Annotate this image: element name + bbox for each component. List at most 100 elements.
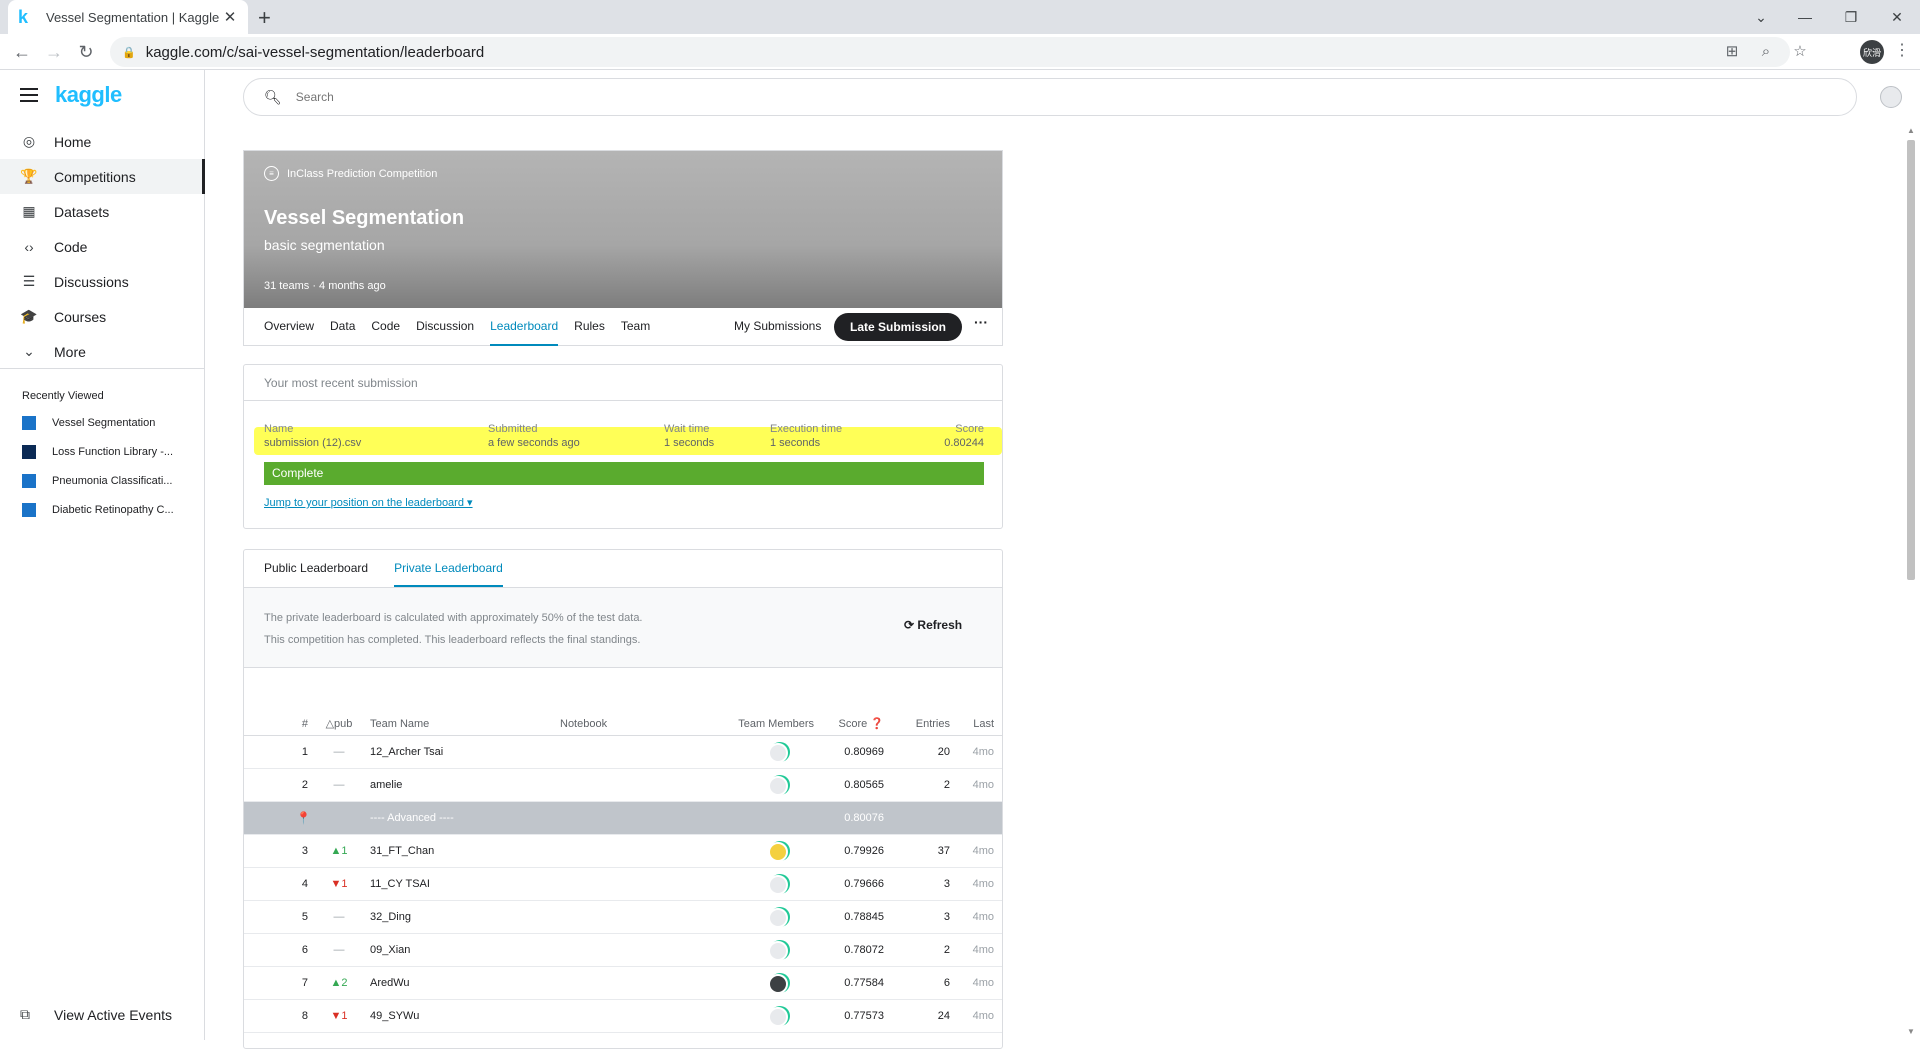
marker-highlight <box>254 427 1002 455</box>
recent-submission-card: Your most recent submission Name Submitt… <box>243 364 1003 529</box>
user-avatar[interactable] <box>1880 86 1902 108</box>
team-name[interactable]: 32_Ding <box>370 901 411 934</box>
new-tab-icon[interactable]: + <box>258 5 271 31</box>
leaderboard-table: # △pub Team Name Notebook Team Members S… <box>244 713 1002 1033</box>
school-icon: 🎓 <box>20 308 38 324</box>
benchmark-row: 📍 ---- Advanced ---- 0.80076 <box>244 802 1002 835</box>
sidebar-item-discussions[interactable]: ☰ Discussions <box>0 264 205 299</box>
member-avatar[interactable] <box>768 743 788 763</box>
member-avatar[interactable] <box>768 776 788 796</box>
team-name[interactable]: 12_Archer Tsai <box>370 736 443 769</box>
kaggle-logo[interactable]: kaggle <box>55 82 122 108</box>
code-icon: ‹› <box>24 238 34 255</box>
browser-tab[interactable]: k Vessel Segmentation | Kaggle ✕ <box>8 0 248 34</box>
tab-overview[interactable]: Overview <box>264 308 314 346</box>
refresh-button[interactable]: ⟳ Refresh <box>904 618 962 632</box>
table-header: # △pub Team Name Notebook Team Members S… <box>244 713 1002 736</box>
minimize-icon[interactable]: — <box>1782 0 1828 34</box>
translate-icon[interactable]: ⊞ <box>1722 40 1742 64</box>
entries: 6 <box>943 977 950 989</box>
tab-rules[interactable]: Rules <box>574 308 605 346</box>
kaggle-favicon-icon: k <box>18 6 29 27</box>
browser-menu-icon[interactable]: ⋮ <box>1894 40 1910 60</box>
sidebar-item-competitions[interactable]: 🏆 Competitions <box>0 159 205 194</box>
table-row[interactable]: 5 — 32_Ding 0.78845 3 4mo <box>244 901 1002 934</box>
team-name[interactable]: amelie <box>370 769 402 802</box>
entries: 2 <box>943 779 950 791</box>
submission-wait: 1 seconds <box>664 437 715 449</box>
refresh-label: Refresh <box>917 618 963 632</box>
rank-delta: — <box>333 779 345 791</box>
table-row[interactable]: 8 ▼1 49_SYWu 0.77573 24 4mo <box>244 1000 1002 1033</box>
sidebar-item-home[interactable]: ◎ Home <box>0 124 205 159</box>
team-name[interactable]: 09_Xian <box>370 934 410 967</box>
competition-thumbnail <box>22 473 36 488</box>
sidebar-item-code[interactable]: ‹› Code <box>0 229 205 264</box>
tab-private-leaderboard[interactable]: Private Leaderboard <box>394 550 503 587</box>
scroll-up-icon[interactable]: ▲ <box>1907 126 1915 135</box>
hamburger-menu-icon[interactable] <box>20 88 38 102</box>
browser-profile-avatar[interactable]: 欣滑 <box>1860 40 1884 64</box>
window-close-icon[interactable]: ✕ <box>1874 0 1920 34</box>
sidebar-item-more[interactable]: ⌄ More <box>0 334 205 369</box>
last-submission: 4mo <box>972 1010 994 1022</box>
sidebar-item-label: Home <box>54 133 92 150</box>
view-active-events-link[interactable]: ⧉ View Active Events <box>20 1006 172 1023</box>
team-name[interactable]: 31_FT_Chan <box>370 835 434 868</box>
sidebar-item-datasets[interactable]: ▦ Datasets <box>0 194 205 229</box>
team-name[interactable]: AredWu <box>370 967 410 1000</box>
rank-delta: ▲2 <box>330 977 348 989</box>
jump-to-position-link[interactable]: Jump to your position on the leaderboard… <box>264 496 473 509</box>
recently-viewed-item[interactable]: Loss Function Library -... <box>0 437 205 466</box>
close-tab-icon[interactable]: ✕ <box>222 8 238 26</box>
table-row[interactable]: 2 — amelie 0.80565 2 4mo <box>244 769 1002 802</box>
member-avatar[interactable] <box>768 974 788 994</box>
team-name[interactable]: 11_CY TSAI <box>370 868 430 901</box>
team-name[interactable]: 49_SYWu <box>370 1000 419 1033</box>
tab-search-icon[interactable]: ⌄ <box>1738 0 1784 34</box>
tab-code[interactable]: Code <box>371 308 400 346</box>
competition-type-label: InClass Prediction Competition <box>287 167 438 180</box>
forward-icon[interactable]: → <box>42 40 66 64</box>
my-submissions-link[interactable]: My Submissions <box>734 308 821 344</box>
tab-data[interactable]: Data <box>330 308 355 346</box>
back-icon[interactable]: ← <box>10 40 34 64</box>
site-search[interactable]: 🔍︎ <box>243 78 1857 116</box>
sidebar-item-courses[interactable]: 🎓 Courses <box>0 299 205 334</box>
table-row[interactable]: 7 ▲2 AredWu 0.77584 6 4mo <box>244 967 1002 1000</box>
rank: 6 <box>301 944 308 956</box>
search-icon: 🔍︎ <box>264 88 282 105</box>
recently-viewed-item[interactable]: Pneumonia Classificati... <box>0 466 205 495</box>
recently-viewed-item[interactable]: Diabetic Retinopathy C... <box>0 495 205 524</box>
tab-discussion[interactable]: Discussion <box>416 308 474 346</box>
competition-tabs: Overview Data Code Discussion Leaderboar… <box>243 308 1003 346</box>
zoom-icon[interactable]: ⌕ <box>1756 40 1776 64</box>
search-input[interactable] <box>295 90 696 104</box>
late-submission-button[interactable]: Late Submission <box>834 313 962 341</box>
competition-thumbnail <box>22 415 36 430</box>
page-scrollbar[interactable]: ▲ ▼ <box>1902 122 1920 1040</box>
member-avatar[interactable] <box>768 908 788 928</box>
rank-delta: ▼1 <box>330 1010 348 1022</box>
member-avatar[interactable] <box>768 875 788 895</box>
member-avatar[interactable] <box>768 941 788 961</box>
recently-viewed-item[interactable]: Vessel Segmentation <box>0 408 205 437</box>
table-row[interactable]: 1 — 12_Archer Tsai 0.80969 20 4mo <box>244 736 1002 769</box>
table-row[interactable]: 4 ▼1 11_CY TSAI 0.79666 3 4mo <box>244 868 1002 901</box>
member-avatar[interactable] <box>768 842 788 862</box>
scrollbar-thumb[interactable] <box>1907 140 1915 580</box>
table-row[interactable]: 6 — 09_Xian 0.78072 2 4mo <box>244 934 1002 967</box>
tab-leaderboard[interactable]: Leaderboard <box>490 308 559 346</box>
tab-team[interactable]: Team <box>621 308 650 346</box>
member-avatar[interactable] <box>768 1007 788 1027</box>
more-options-icon[interactable]: ··· <box>974 314 988 330</box>
table-row[interactable]: 3 ▲1 31_FT_Chan 0.79926 37 4mo <box>244 835 1002 868</box>
header-score[interactable]: Score ❓ <box>814 713 885 735</box>
reload-icon[interactable]: ↻ <box>74 40 98 64</box>
restore-icon[interactable]: ❐ <box>1828 0 1874 34</box>
scroll-down-icon[interactable]: ▼ <box>1907 1027 1915 1036</box>
address-bar[interactable]: 🔒 kaggle.com/c/sai-vessel-segmentation/l… <box>110 37 1790 67</box>
compass-icon: ◎ <box>22 133 36 149</box>
bookmark-star-icon[interactable]: ☆ <box>1790 40 1810 64</box>
tab-public-leaderboard[interactable]: Public Leaderboard <box>264 550 368 587</box>
